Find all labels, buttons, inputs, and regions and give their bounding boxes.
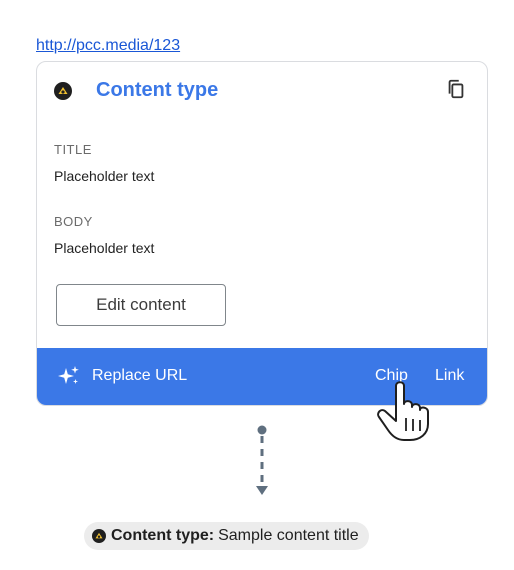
edit-content-button[interactable]: Edit content <box>56 284 226 326</box>
title-field-value: Placeholder text <box>54 168 155 184</box>
hand-pointer-icon <box>377 381 429 441</box>
copy-icon[interactable] <box>445 78 467 100</box>
content-card: Content type TITLE Placeholder text BODY… <box>36 61 488 406</box>
body-field-value: Placeholder text <box>54 240 155 256</box>
pcc-logo-icon <box>92 529 106 543</box>
source-url-link[interactable]: http://pcc.media/123 <box>36 36 180 56</box>
replace-url-button[interactable]: Replace URL <box>92 365 187 387</box>
sparkle-icon <box>58 366 79 384</box>
content-type-title: Content type <box>96 79 219 101</box>
pcc-logo-icon <box>54 82 72 100</box>
result-chip-type-label: Content type: <box>111 527 215 544</box>
card-header: Content type <box>37 62 487 118</box>
flow-arrow-icon <box>256 425 268 495</box>
body-field-label: BODY <box>54 214 93 229</box>
title-field-label: TITLE <box>54 142 92 157</box>
result-chip: Content type: Sample content title <box>84 522 369 550</box>
result-chip-title: Sample content title <box>218 527 359 544</box>
